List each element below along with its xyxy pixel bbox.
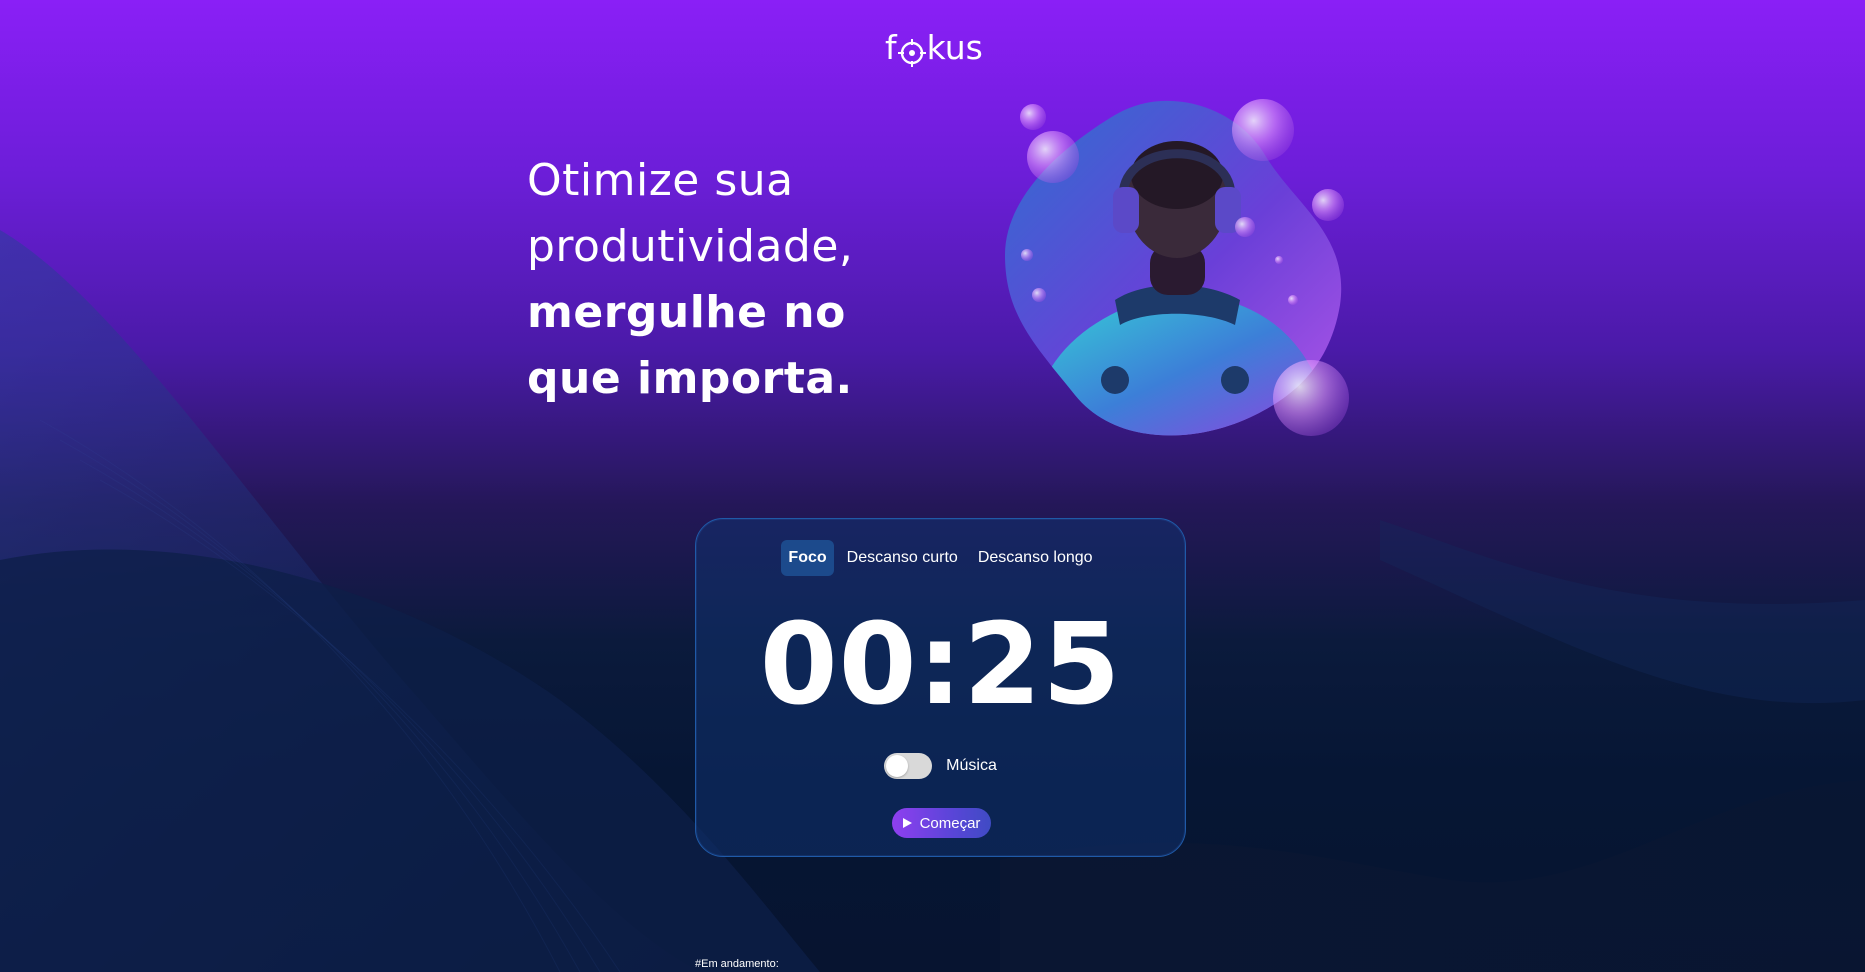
hero-line-2: produtividade,	[527, 221, 854, 272]
in-progress-label: #Em andamento:	[695, 958, 779, 970]
hero-line-1: Otimize sua	[527, 155, 794, 206]
hero-title: Otimize sua produtividade, mergulhe no q…	[527, 148, 967, 412]
timer-card: Foco Descanso curto Descanso longo 00:25…	[695, 518, 1186, 857]
tab-descanso-longo[interactable]: Descanso longo	[971, 540, 1100, 576]
tab-descanso-curto[interactable]: Descanso curto	[840, 540, 965, 576]
timer-display: 00:25	[759, 600, 1122, 730]
mode-tabs: Foco Descanso curto Descanso longo	[696, 540, 1185, 576]
logo-letters: kus	[926, 28, 983, 67]
hero-line-4: que importa.	[527, 353, 853, 404]
tab-foco[interactable]: Foco	[781, 540, 834, 576]
logo-letter-f: f	[885, 28, 897, 67]
music-toggle[interactable]	[884, 753, 933, 779]
start-button[interactable]: Começar	[892, 808, 991, 838]
hero-line-3: mergulhe no	[527, 287, 846, 338]
music-toggle-row: Música	[696, 753, 1185, 779]
music-label: Música	[946, 757, 997, 774]
hero-illustration	[1005, 99, 1349, 436]
toggle-knob	[886, 755, 909, 777]
fokus-logo[interactable]: f kus	[885, 28, 997, 68]
start-button-label: Começar	[919, 814, 981, 832]
target-o-icon	[897, 36, 926, 67]
play-icon	[902, 818, 912, 828]
